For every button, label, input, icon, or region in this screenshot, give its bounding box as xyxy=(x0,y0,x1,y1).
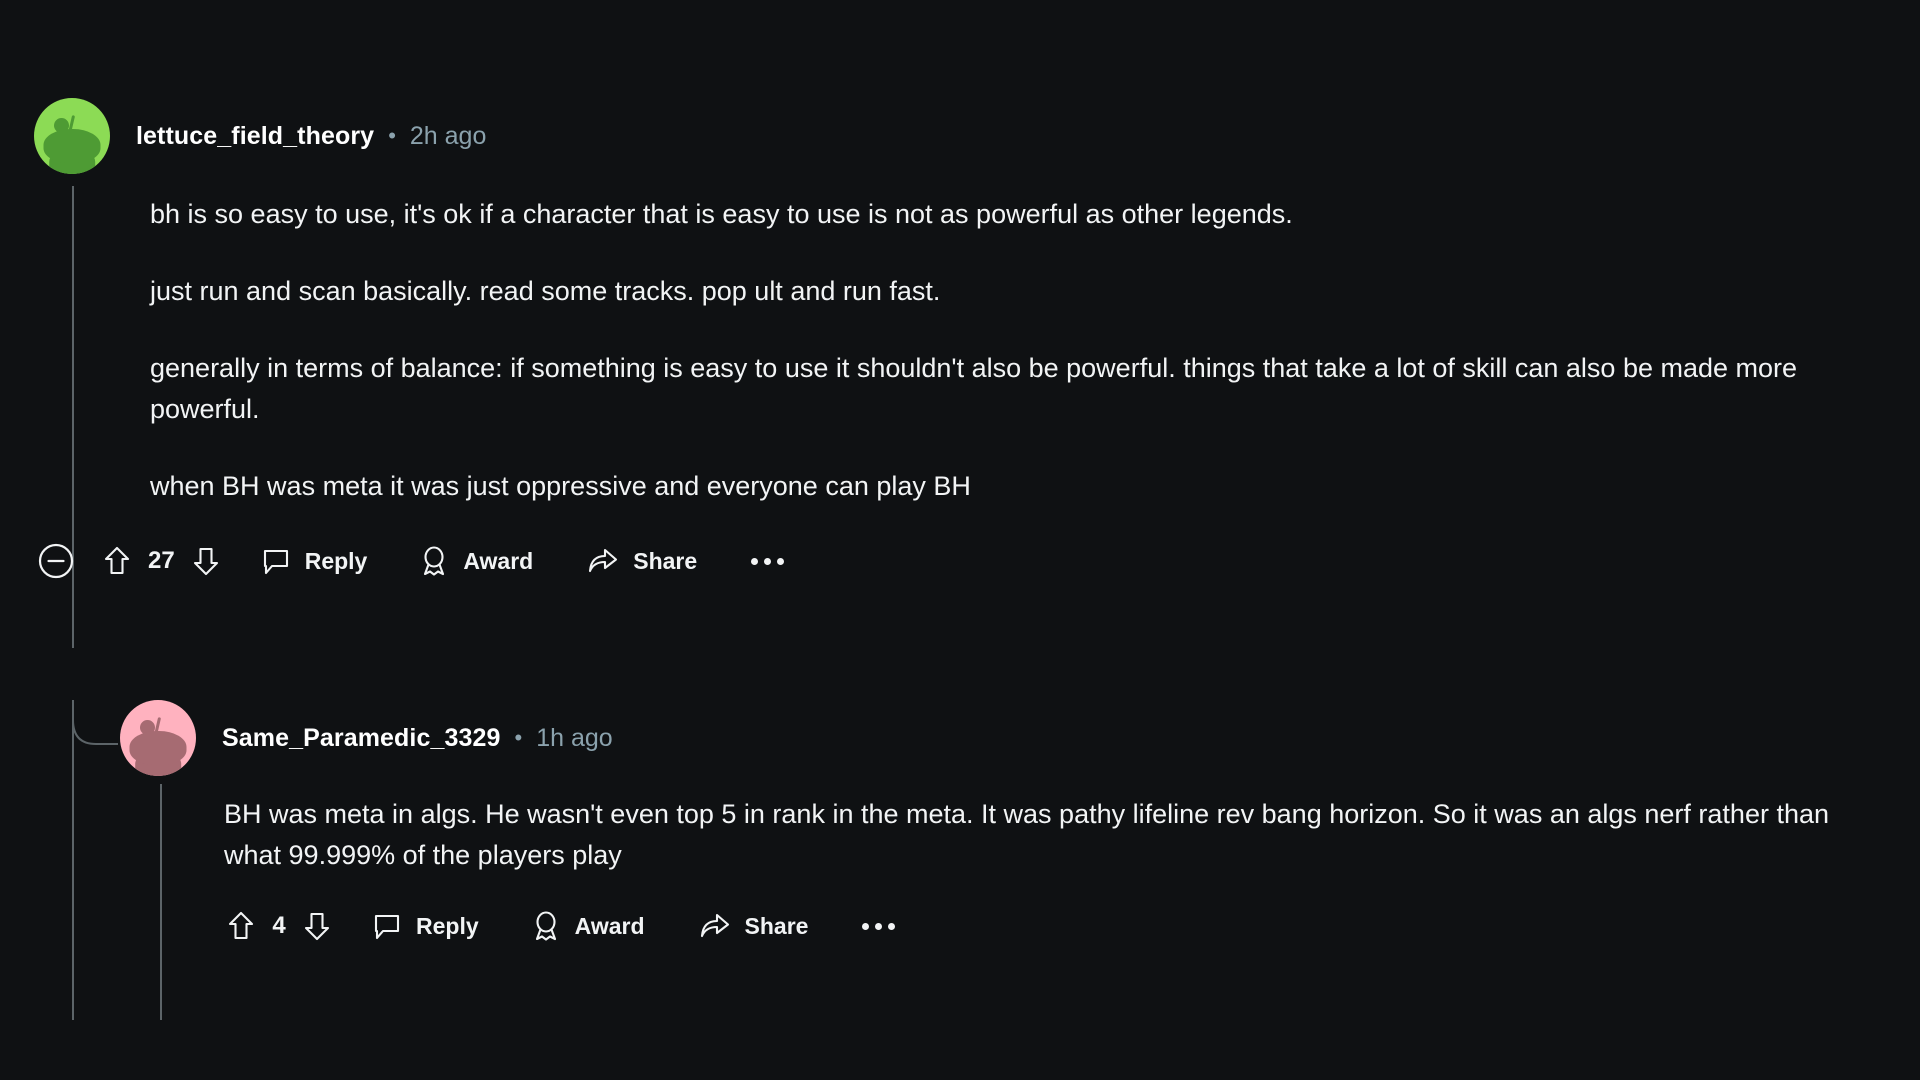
comment-paragraph: BH was meta in algs. He wasn't even top … xyxy=(224,799,1829,871)
award-button[interactable]: Award xyxy=(531,910,645,942)
minus-circle-icon xyxy=(38,544,74,579)
comment-header-root: lettuce_field_theory • 2h ago xyxy=(34,98,1894,174)
collapse-thread-button[interactable] xyxy=(34,539,78,583)
comment-thread-page: lettuce_field_theory • 2h ago bh is so e… xyxy=(0,0,1920,1080)
comment-body-reply: BH was meta in algs. He wasn't even top … xyxy=(224,794,1884,876)
comment-author[interactable]: lettuce_field_theory xyxy=(136,122,374,151)
comment-author[interactable]: Same_Paramedic_3329 xyxy=(222,724,501,753)
dot-icon xyxy=(888,922,896,930)
thread-curve-connector xyxy=(72,700,118,745)
vote-score: 27 xyxy=(148,547,175,575)
share-label: Share xyxy=(633,547,698,574)
author-line: lettuce_field_theory • 2h ago xyxy=(136,122,486,151)
comment-bubble-icon xyxy=(374,915,400,940)
share-button[interactable]: Share xyxy=(587,546,697,576)
more-options-button[interactable] xyxy=(747,550,788,573)
vote-group: 27 xyxy=(100,544,223,578)
dot-icon xyxy=(751,557,759,565)
comment-body-root: bh is so easy to use, it's ok if a chara… xyxy=(150,194,1910,507)
reply-label: Reply xyxy=(416,912,479,939)
comment-paragraph: just run and scan basically. read some t… xyxy=(150,276,941,307)
comment-paragraph: generally in terms of balance: if someth… xyxy=(150,353,1798,425)
reddit-snoo-icon xyxy=(34,98,110,174)
upvote-arrow-icon xyxy=(104,547,130,575)
comment-actionbar-reply: 4 Reply Award Share xyxy=(224,902,1900,950)
thread-line-root-lower[interactable] xyxy=(72,700,74,1020)
award-ribbon-icon xyxy=(424,546,445,576)
share-button[interactable]: Share xyxy=(699,911,809,941)
award-label: Award xyxy=(463,547,534,574)
downvote-button[interactable] xyxy=(300,909,334,943)
comment-paragraph: bh is so easy to use, it's ok if a chara… xyxy=(150,199,1293,229)
avatar[interactable] xyxy=(120,700,196,776)
more-options-button[interactable] xyxy=(858,915,899,938)
comment-timestamp: 1h ago xyxy=(536,723,613,752)
upvote-arrow-icon xyxy=(228,912,254,940)
upvote-button[interactable] xyxy=(100,544,134,578)
award-label: Award xyxy=(574,912,645,939)
award-ribbon-icon xyxy=(535,911,556,941)
comment-paragraph: when BH was meta it was just oppressive … xyxy=(150,471,971,502)
comment-root: lettuce_field_theory • 2h ago bh is so e… xyxy=(34,98,1894,585)
separator-dot: • xyxy=(514,725,523,750)
dot-icon xyxy=(875,922,883,930)
downvote-arrow-icon xyxy=(304,913,330,941)
dot-icon xyxy=(764,557,772,565)
avatar[interactable] xyxy=(34,98,110,174)
dot-icon xyxy=(777,557,785,565)
reply-button[interactable]: Reply xyxy=(261,546,368,576)
comment-actionbar-root: 27 Reply Award Share xyxy=(34,537,1894,585)
share-label: Share xyxy=(744,912,809,939)
reply-label: Reply xyxy=(304,547,368,574)
downvote-button[interactable] xyxy=(189,544,223,578)
comment-header-reply: Same_Paramedic_3329 • 1h ago xyxy=(120,700,1900,776)
upvote-button[interactable] xyxy=(224,909,258,943)
reply-button[interactable]: Reply xyxy=(372,911,479,941)
vote-score: 4 xyxy=(272,912,286,940)
comment-timestamp: 2h ago xyxy=(409,121,487,150)
dot-icon xyxy=(862,922,870,930)
vote-group: 4 xyxy=(224,909,334,943)
comment-bubble-icon xyxy=(263,550,288,575)
comment-reply: Same_Paramedic_3329 • 1h ago BH was meta… xyxy=(120,700,1900,950)
separator-dot: • xyxy=(388,123,396,148)
reddit-snoo-icon xyxy=(120,700,196,776)
downvote-arrow-icon xyxy=(193,548,218,576)
share-arrow-icon xyxy=(700,914,729,938)
share-arrow-icon xyxy=(589,549,618,573)
award-button[interactable]: Award xyxy=(419,545,533,577)
author-line: Same_Paramedic_3329 • 1h ago xyxy=(222,724,613,753)
